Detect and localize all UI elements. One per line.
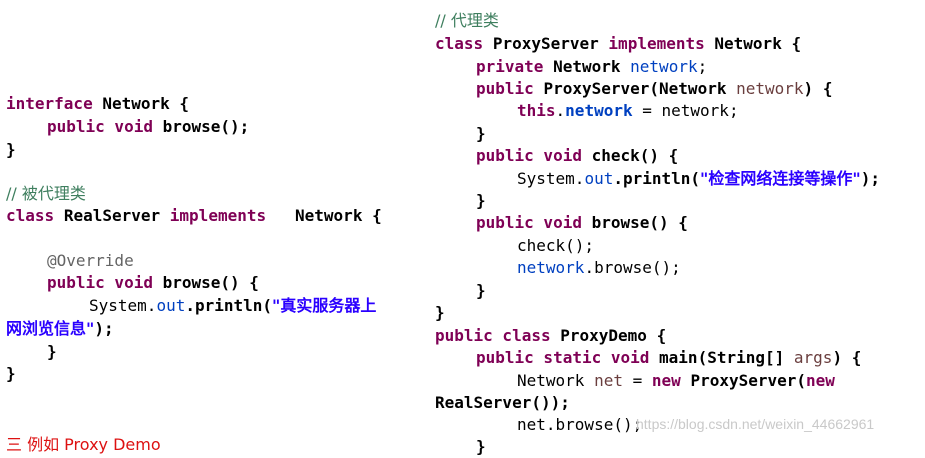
- net-field-ref: network: [517, 258, 585, 277]
- code-line-main: public static void main(String[] args) {: [476, 347, 861, 369]
- main-args: args: [793, 348, 833, 367]
- code-line-call-check: check();: [517, 236, 595, 255]
- code-line-println-wrap: 网浏览信息");: [6, 318, 114, 340]
- code-line-check-println: System.out.println("检查网络连接等操作");: [517, 168, 880, 190]
- code-line-call-browse: network.browse();: [517, 257, 681, 279]
- string-literal: "检查网络连接等操作": [700, 169, 861, 188]
- main-sig: main(String[]: [659, 348, 785, 367]
- main-open: ) {: [832, 348, 862, 367]
- code-line-browse: public void browse() {: [476, 212, 688, 234]
- comment-proxied-class: // 被代理类: [6, 184, 86, 203]
- this-field: network: [565, 101, 633, 120]
- kw-public-void: public void: [47, 117, 153, 136]
- kw-public-class: public class: [435, 326, 551, 345]
- string-literal-b: 网浏览信息": [6, 319, 95, 338]
- iface-ref: Network {: [295, 206, 382, 225]
- code-line-check: public void check() {: [476, 145, 678, 167]
- sysout-end: );: [860, 169, 880, 188]
- code-line-field: private Network network;: [476, 56, 707, 78]
- iface-ref: Network {: [714, 34, 802, 53]
- code-line-close: }: [476, 281, 486, 300]
- net-var: net: [594, 371, 623, 390]
- sysout-mid: .println(: [613, 169, 701, 188]
- watermark: https://blog.csdn.net/weixin_44662961: [636, 416, 875, 432]
- kw-public-void: public void: [47, 273, 153, 292]
- ctor-sig: ProxyServer(Network: [543, 79, 727, 98]
- semicolon: ;: [697, 57, 708, 76]
- code-line-close: }: [476, 124, 486, 143]
- kw-new: new: [806, 371, 835, 390]
- field-type: Network: [553, 57, 621, 76]
- code-line-close: }: [6, 140, 16, 159]
- demo-name: ProxyDemo {: [560, 326, 667, 345]
- browse-sig: browse() {: [591, 213, 688, 232]
- code-line-close: }: [6, 364, 16, 383]
- field-name: network: [630, 57, 698, 76]
- cut-off-red-text: 三 例如 Proxy Demo: [6, 435, 161, 454]
- code-line-class: class ProxyServer implements Network {: [435, 33, 801, 55]
- code-line-constructor: public ProxyServer(Network network) {: [476, 78, 832, 100]
- browse-decl: browse();: [162, 117, 250, 136]
- code-line-class: class RealServer implements Network {: [6, 205, 382, 227]
- dot: .: [555, 101, 566, 120]
- net-type: Network: [517, 371, 585, 390]
- ctor-open: ) {: [803, 79, 833, 98]
- kw-class: class: [435, 34, 484, 53]
- code-line-demo-class: public class ProxyDemo {: [435, 325, 666, 347]
- browse-call: .browse();: [584, 258, 681, 277]
- class-name: ProxyServer: [492, 34, 599, 53]
- code-line-close-cut: }: [476, 437, 486, 456]
- code-line-close: }: [47, 342, 57, 361]
- sysout-out: out: [584, 169, 614, 188]
- kw-this: this: [517, 101, 556, 120]
- code-line-browse: public void browse() {: [47, 272, 259, 294]
- sysout-out: out: [156, 296, 186, 315]
- browse-sig: browse() {: [162, 273, 259, 292]
- string-literal-a: "真实服务器上: [272, 296, 377, 315]
- comment-proxy-class: // 代理类: [435, 11, 499, 30]
- code-line-println: System.out.println("真实服务器上: [89, 295, 376, 317]
- kw-public-static-void: public static void: [476, 348, 650, 367]
- annotation-override: @Override: [47, 251, 134, 270]
- code-line-close: }: [435, 303, 445, 322]
- kw-new: new: [651, 371, 681, 390]
- code-line-real-ctor: RealServer());: [435, 393, 570, 412]
- sysout-pre: System.: [89, 296, 157, 315]
- iface-name: Network {: [102, 94, 190, 113]
- net-eq: =: [622, 371, 652, 390]
- net-ctor: ProxyServer(: [690, 371, 807, 390]
- code-line-net-decl: Network net = new ProxyServer(new: [517, 370, 835, 392]
- kw-public: public: [476, 79, 534, 98]
- class-name: RealServer: [63, 206, 161, 225]
- code-line-close: }: [476, 191, 486, 210]
- kw-interface: interface: [6, 94, 93, 113]
- kw-implements: implements: [169, 206, 267, 225]
- kw-private: private: [476, 57, 544, 76]
- check-sig: check() {: [591, 146, 679, 165]
- code-line-net-call: net.browse();: [517, 415, 643, 434]
- sysout-mid: .println(: [185, 296, 273, 315]
- sysout-end: );: [94, 319, 114, 338]
- kw-class: class: [6, 206, 55, 225]
- code-line-browse-decl: public void browse();: [47, 116, 249, 138]
- kw-public-void: public void: [476, 146, 582, 165]
- kw-implements: implements: [608, 34, 705, 53]
- code-line-assign: this.network = network;: [517, 100, 739, 122]
- assign-rest: = network;: [632, 101, 739, 120]
- sysout-pre: System.: [517, 169, 585, 188]
- ctor-param: network: [736, 79, 804, 98]
- code-line-interface: interface Network {: [6, 93, 189, 115]
- kw-public-void: public void: [476, 213, 582, 232]
